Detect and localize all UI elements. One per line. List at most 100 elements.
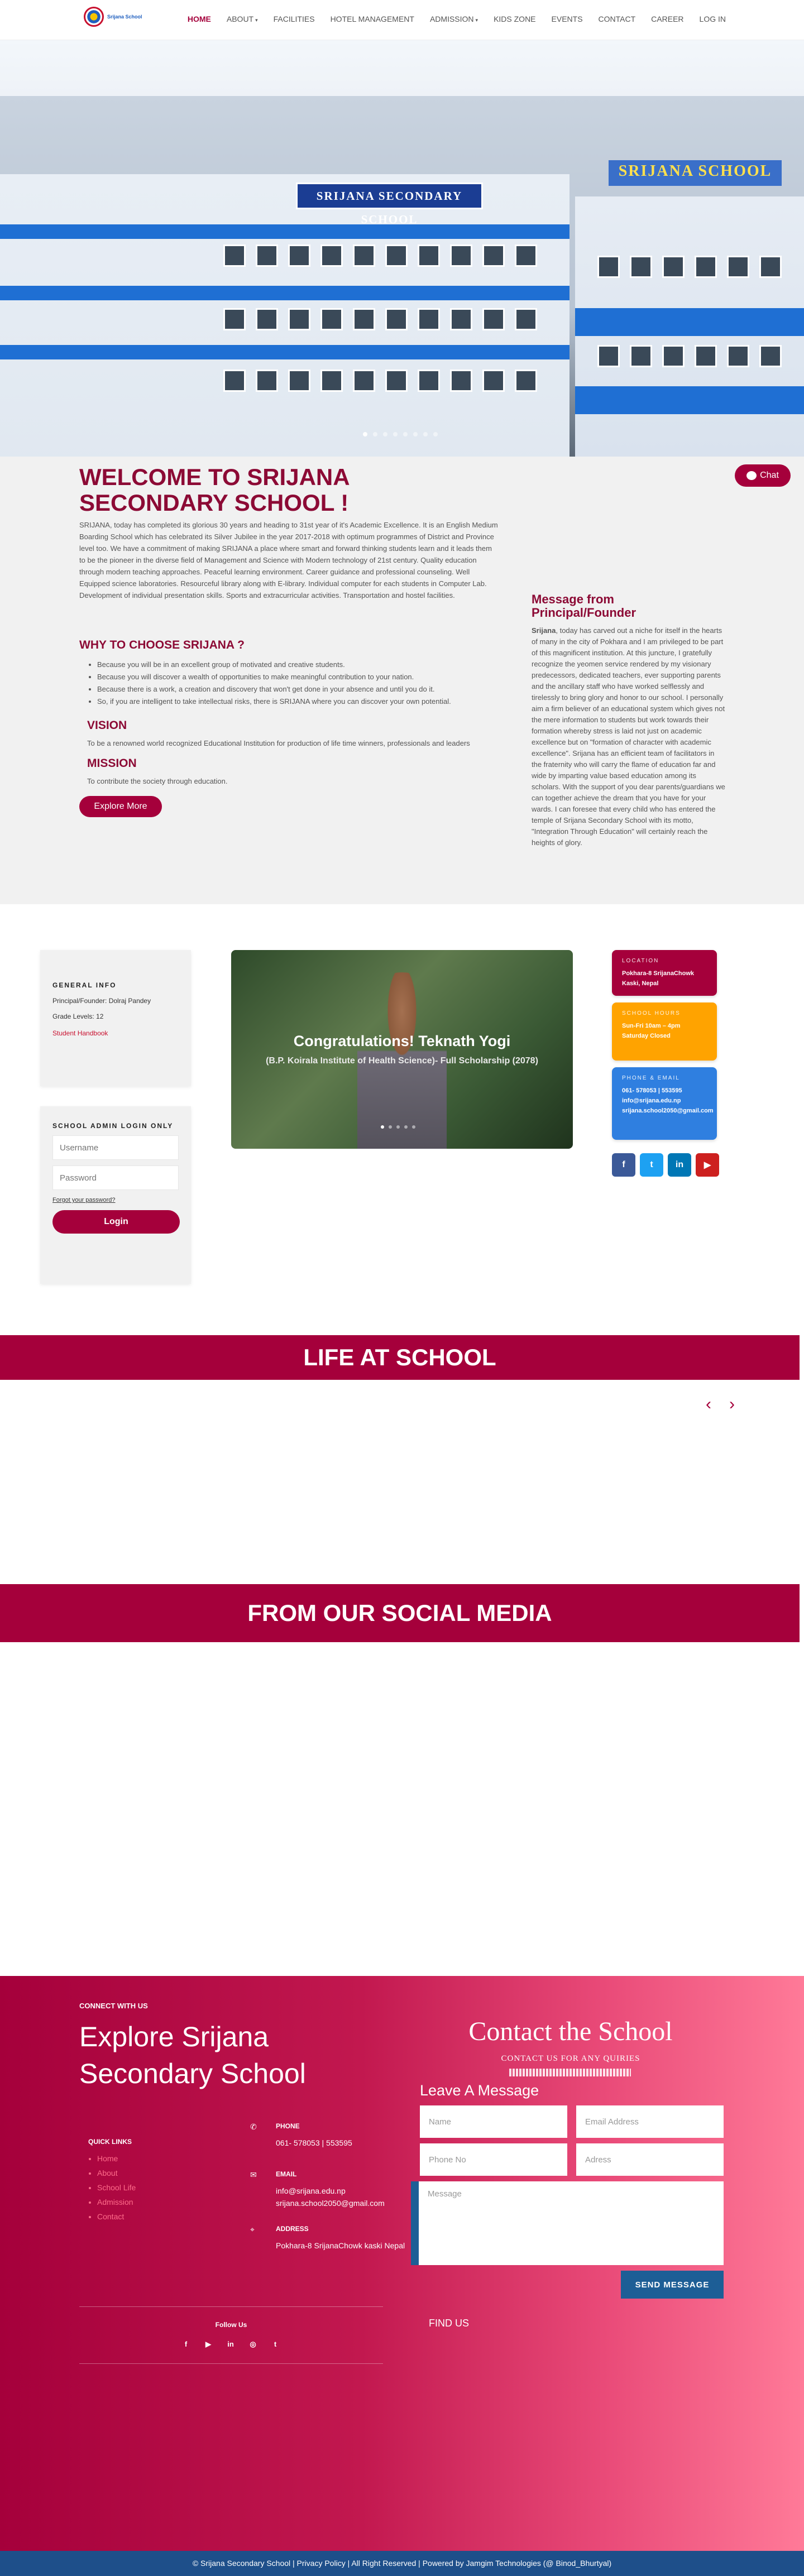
school-logo[interactable]: Srijana School: [84, 7, 142, 27]
list-item: Because you will be in an excellent grou…: [97, 659, 502, 671]
phone-label: PHONE: [276, 2122, 300, 2130]
linkedin-icon[interactable]: in: [668, 1153, 691, 1177]
nav-label: EVENTS: [551, 15, 583, 23]
window-row: [597, 256, 782, 278]
list-item: So, if you are intelligent to take intel…: [97, 695, 502, 708]
username-input[interactable]: [52, 1135, 179, 1160]
nav-item-admission[interactable]: ADMISSION ▾: [430, 15, 478, 23]
window-row: [223, 370, 537, 392]
phone-field[interactable]: [420, 2143, 567, 2176]
quick-link[interactable]: About: [97, 2166, 136, 2180]
nav-label: LOG IN: [699, 15, 726, 23]
slide-dot[interactable]: [423, 432, 428, 436]
hero-slider: SRIJANA SECONDARY SCHOOL SRIJANA SCHOOL: [0, 40, 804, 457]
slide-dot[interactable]: [403, 432, 408, 436]
nav-item-events[interactable]: EVENTS: [552, 15, 583, 23]
follow-us-label: Follow Us: [215, 2321, 247, 2329]
nav-item-contact[interactable]: CONTACT: [599, 15, 636, 23]
nav-label: HOTEL MANAGEMENT: [330, 15, 414, 23]
message-field[interactable]: [411, 2181, 724, 2265]
youtube-icon[interactable]: ▶: [696, 1153, 719, 1177]
nav-item-hotel-management[interactable]: HOTEL MANAGEMENT: [331, 15, 414, 23]
slide-dot[interactable]: [413, 432, 418, 436]
mission-text: To contribute the society through educat…: [87, 777, 228, 785]
welcome-title: WELCOME TO SRIJANA SECONDARY SCHOOL !: [79, 464, 350, 516]
reasons-list: Because you will be in an excellent grou…: [89, 659, 502, 708]
twitter-icon[interactable]: t: [270, 2340, 280, 2350]
nav-item-kids-zone[interactable]: KIDS ZONE: [494, 15, 535, 23]
slide-dot[interactable]: [412, 1125, 415, 1129]
life-at-school-gallery: ‹ ›: [0, 1380, 804, 1584]
phone-value: 061- 578053 | 553595: [276, 2138, 352, 2147]
quick-link[interactable]: School Life: [97, 2180, 136, 2195]
contact-school-title: Contact the School: [468, 2017, 673, 2046]
logo-text: Srijana School: [107, 14, 142, 20]
location-box: LOCATION Pokhara-8 SrijanaChowk Kaski, N…: [612, 950, 717, 996]
main-nav: HOME ABOUT ▾ FACILITIES HOTEL MANAGEMENT ADMI…: [188, 15, 726, 23]
slider-caption: Congratulations! Teknath Yogi: [293, 1033, 511, 1049]
student-handbook-link[interactable]: Student Handbook: [52, 1029, 179, 1037]
contact-subtitle: CONTACT US FOR ANY QUIRIES: [501, 2054, 640, 2063]
quick-link[interactable]: Home: [97, 2151, 136, 2166]
slide-dot[interactable]: [363, 432, 367, 436]
name-field[interactable]: [420, 2105, 567, 2138]
explore-more-button[interactable]: Explore More: [79, 796, 162, 817]
forgot-password-link[interactable]: Forgot your password?: [52, 1197, 179, 1203]
nav-item-career[interactable]: CAREER: [651, 15, 683, 23]
address-label: ADDRESS: [276, 2225, 309, 2233]
site-header: Srijana School HOME ABOUT ▾ FACILITIES HOTEL…: [0, 0, 804, 40]
achievement-slider[interactable]: Congratulations! Teknath Yogi (B.P. Koir…: [231, 950, 573, 1149]
why-choose-title: WHY TO CHOOSE SRIJANA ?: [79, 639, 245, 651]
login-button[interactable]: Login: [52, 1210, 180, 1234]
slide-dot[interactable]: [396, 1125, 400, 1129]
nav-item-facilities[interactable]: FACILITIES: [274, 15, 315, 23]
slide-dot[interactable]: [404, 1125, 408, 1129]
vision-text: To be a renowned world recognized Educat…: [87, 739, 470, 747]
message-body: , today has carved out a niche for itsel…: [532, 626, 725, 847]
facebook-icon[interactable]: f: [612, 1153, 635, 1177]
chat-button[interactable]: Chat: [735, 464, 791, 487]
vision-title: VISION: [87, 719, 127, 732]
location-label: LOCATION: [622, 958, 659, 964]
welcome-section: WELCOME TO SRIJANA SECONDARY SCHOOL ! SR…: [0, 457, 804, 904]
email-field[interactable]: [576, 2105, 724, 2138]
twitter-icon[interactable]: t: [640, 1153, 663, 1177]
life-at-school-banner: LIFE AT SCHOOL: [0, 1335, 800, 1380]
slide-dot[interactable]: [373, 432, 377, 436]
slide-dot[interactable]: [433, 432, 438, 436]
linkedin-icon[interactable]: in: [226, 2340, 236, 2350]
phone-email-label: PHONE & EMAIL: [622, 1075, 680, 1081]
facebook-icon[interactable]: f: [181, 2340, 191, 2350]
leave-message-title: Leave A Message: [420, 2082, 539, 2099]
youtube-icon[interactable]: ▶: [203, 2340, 213, 2350]
slide-dot[interactable]: [393, 432, 398, 436]
hours-value: Sun-Fri 10am – 4pm Saturday Closed: [622, 1023, 681, 1039]
nav-item-about[interactable]: ABOUT ▾: [227, 15, 258, 23]
send-message-button[interactable]: SEND MESSAGE: [621, 2271, 724, 2299]
gallery-prev-arrow[interactable]: ‹: [700, 1396, 717, 1413]
chat-label: Chat: [760, 471, 779, 480]
nav-item-log-in[interactable]: LOG IN: [700, 15, 726, 23]
gallery-next-arrow[interactable]: ›: [724, 1396, 740, 1413]
location-value: Pokhara-8 SrijanaChowk Kaski, Nepal: [622, 970, 694, 987]
quick-links-title: QUICK LINKS: [88, 2138, 132, 2146]
nav-item-home[interactable]: HOME: [188, 15, 211, 23]
password-input[interactable]: [52, 1165, 179, 1190]
social-media-title: FROM OUR SOCIAL MEDIA: [247, 1600, 552, 1626]
login-title: SCHOOL ADMIN LOGIN ONLY: [52, 1122, 174, 1130]
slider-subcaption: (B.P. Koirala Institute of Health Scienc…: [266, 1056, 538, 1066]
quick-link[interactable]: Admission: [97, 2195, 136, 2209]
slide-dot[interactable]: [381, 1125, 384, 1129]
address-field[interactable]: [576, 2143, 724, 2176]
nav-label: KIDS ZONE: [494, 15, 536, 23]
list-item: Because you will discover a wealth of op…: [97, 671, 502, 683]
footer-heading: Explore Srijana Secondary School: [79, 2021, 306, 2089]
slide-dot[interactable]: [383, 432, 387, 436]
railing-band: [0, 224, 570, 239]
instagram-icon[interactable]: ◎: [248, 2340, 258, 2350]
nav-label: ABOUT: [226, 15, 254, 23]
window-row: [223, 244, 537, 267]
quick-link[interactable]: Contact: [97, 2209, 136, 2224]
slide-dot[interactable]: [389, 1125, 392, 1129]
nav-label: HOME: [187, 15, 211, 23]
